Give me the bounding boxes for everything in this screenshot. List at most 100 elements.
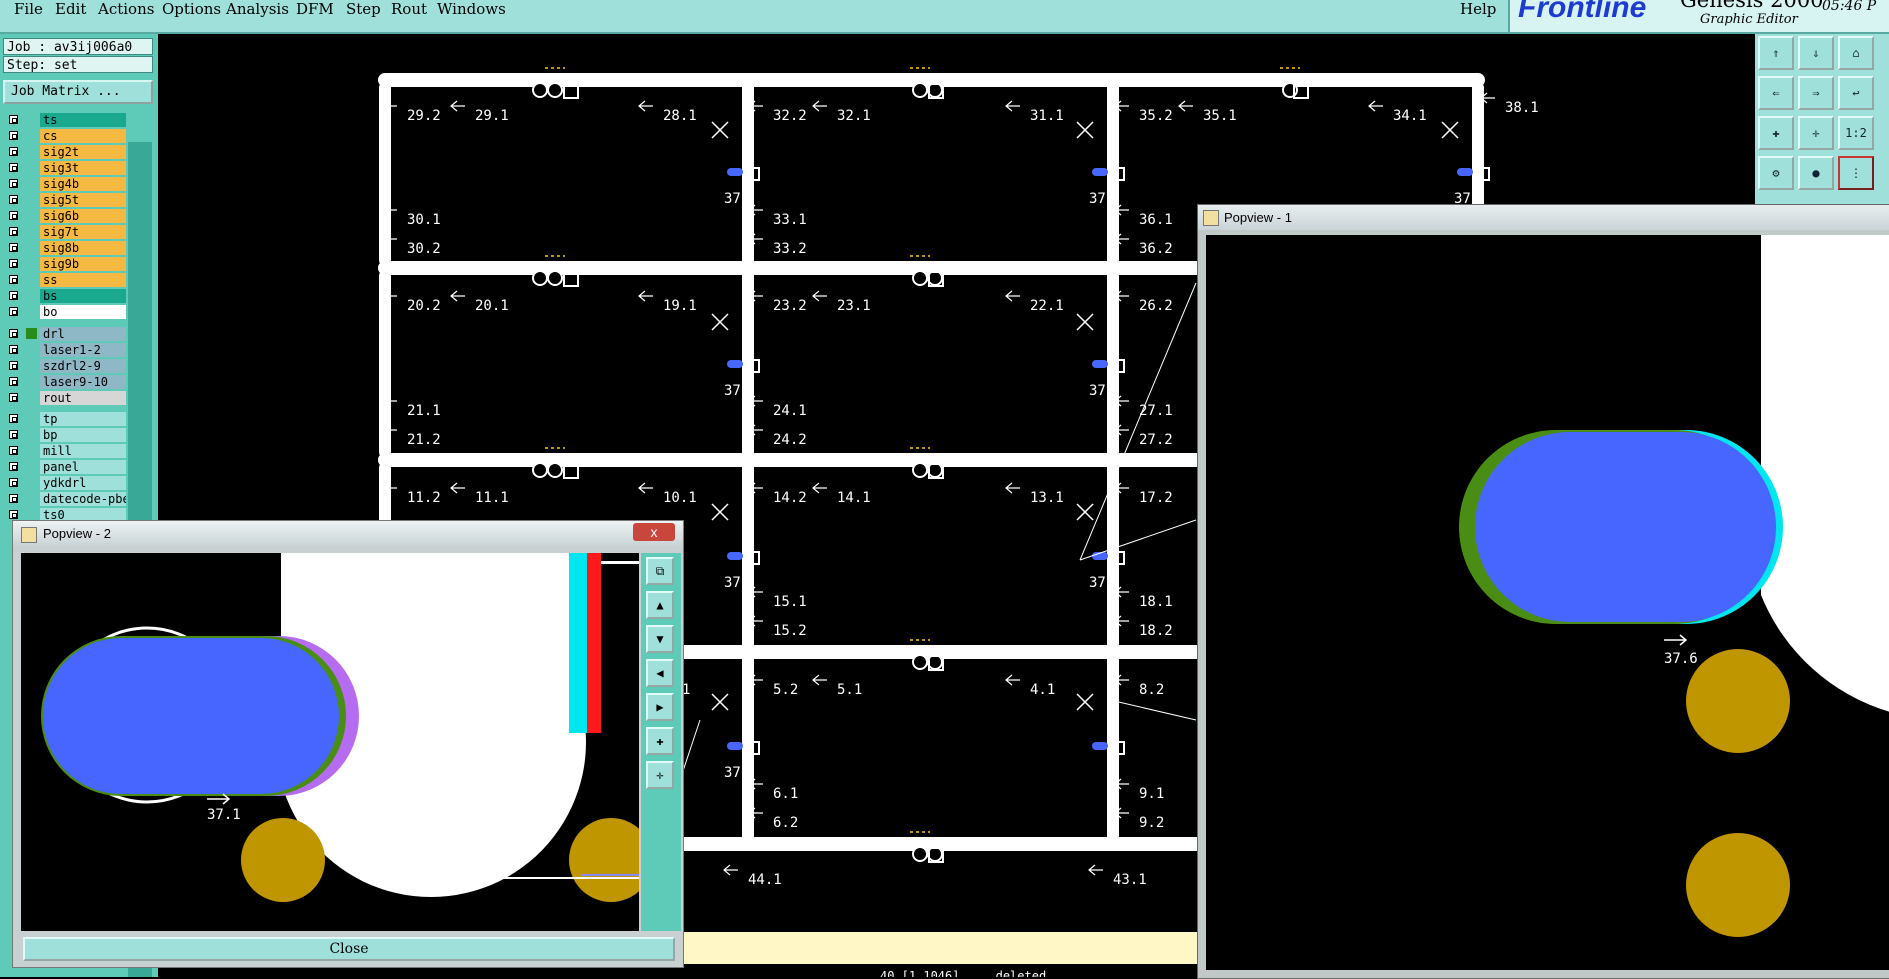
net-label: 18.2 xyxy=(1139,623,1173,639)
tool-pin-icon[interactable]: ● xyxy=(1798,156,1834,190)
net-label: 38.1 xyxy=(1505,100,1539,116)
arrow-icon xyxy=(812,674,827,686)
net-label: 15.2 xyxy=(773,623,807,639)
net-label: 29.1 xyxy=(475,108,509,124)
popview-2-view[interactable]: 37.1 xyxy=(21,553,639,931)
net-label: 35.1 xyxy=(1203,108,1237,124)
arrow-icon xyxy=(812,100,827,112)
net-label: 18.1 xyxy=(1139,594,1173,610)
arrow-icon xyxy=(1005,674,1020,686)
close-icon[interactable]: x xyxy=(633,523,675,541)
net-label: 32.1 xyxy=(837,108,871,124)
net-label: 29.2 xyxy=(407,108,441,124)
popview-1-view[interactable]: 37.6 xyxy=(1206,235,1889,970)
net-label: 21.1 xyxy=(407,403,441,419)
net-label: 33.1 xyxy=(773,212,807,228)
net-label: 23.2 xyxy=(773,298,807,314)
net-label: 22.1 xyxy=(1030,298,1064,314)
status-bar xyxy=(682,932,1197,964)
popview-2-pad-label: 37.1 xyxy=(207,807,241,823)
close-button[interactable]: Close xyxy=(23,937,675,961)
net-label: 37. xyxy=(1089,575,1114,591)
arrow-icon xyxy=(1088,864,1103,876)
net-label: 17.2 xyxy=(1139,490,1173,506)
net-label: 27.1 xyxy=(1139,403,1173,419)
net-label: 9.1 xyxy=(1139,786,1164,802)
net-label: 30.1 xyxy=(407,212,441,228)
tool-panel: ⇑ ⇓ ⌂ ⇐ ⇒ ↩ ✚ ✛ 1:2 ⚙ ● ⋮ xyxy=(1755,34,1889,204)
net-label: 5.2 xyxy=(773,682,798,698)
arrow-icon xyxy=(450,100,465,112)
net-label: 23.1 xyxy=(837,298,871,314)
net-label: 6.2 xyxy=(773,815,798,831)
net-label: 44.1 xyxy=(748,872,782,888)
arrow-icon xyxy=(1005,482,1020,494)
tool-scale-icon[interactable]: 1:2 xyxy=(1838,116,1874,150)
zoom-fit-icon[interactable]: ✛ xyxy=(646,761,674,789)
pan-up-icon[interactable]: ▲ xyxy=(646,591,674,619)
net-label: 32.2 xyxy=(773,108,807,124)
tool-down-icon[interactable]: ⇓ xyxy=(1798,36,1834,70)
tool-zoom-in-icon[interactable]: ✚ xyxy=(1758,116,1794,150)
arrow-icon xyxy=(812,482,827,494)
net-label: 19.1 xyxy=(663,298,697,314)
net-label: 20.1 xyxy=(475,298,509,314)
tool-net-icon[interactable]: ⋮ xyxy=(1838,156,1874,190)
tool-up-icon[interactable]: ⇑ xyxy=(1758,36,1794,70)
popview-2-toolbar: ⧉ ▲ ▼ ◀ ▶ ✚ ✛ xyxy=(641,553,681,931)
arrow-icon xyxy=(450,290,465,302)
popview-1-window: Popview - 1 37.6 xyxy=(1197,204,1889,979)
pan-left-icon[interactable]: ◀ xyxy=(646,659,674,687)
arrow-icon xyxy=(1368,100,1383,112)
tool-right-icon[interactable]: ⇒ xyxy=(1798,76,1834,110)
net-label: 10.1 xyxy=(663,490,697,506)
net-label: 30.2 xyxy=(407,241,441,257)
net-label: 20.2 xyxy=(407,298,441,314)
net-label: 36.2 xyxy=(1139,241,1173,257)
arrow-icon xyxy=(450,482,465,494)
net-label: 4.1 xyxy=(1030,682,1055,698)
net-label: 13.1 xyxy=(1030,490,1064,506)
net-label: 34.1 xyxy=(1393,108,1427,124)
popview-1-pad-label: 37.6 xyxy=(1664,651,1698,667)
arrow-icon xyxy=(638,100,653,112)
net-label: 15.1 xyxy=(773,594,807,610)
popview-1-title[interactable]: Popview - 1 xyxy=(1198,205,1889,230)
arrow-icon xyxy=(723,864,738,876)
arrow-icon xyxy=(1178,100,1193,112)
net-label: 37. xyxy=(1089,191,1114,207)
tool-back-icon[interactable]: ↩ xyxy=(1838,76,1874,110)
arrow-icon xyxy=(1005,100,1020,112)
net-label: 6.1 xyxy=(773,786,798,802)
zoom-in-icon[interactable]: ✚ xyxy=(646,727,674,755)
net-label: 26.2 xyxy=(1139,298,1173,314)
net-label: 11.1 xyxy=(475,490,509,506)
tool-zoom-fit-icon[interactable]: ✛ xyxy=(1798,116,1834,150)
net-label: 27.2 xyxy=(1139,432,1173,448)
net-label: 5.1 xyxy=(837,682,862,698)
pan-down-icon[interactable]: ▼ xyxy=(646,625,674,653)
net-label: 31.1 xyxy=(1030,108,1064,124)
net-label: 28.1 xyxy=(663,108,697,124)
net-label: 14.1 xyxy=(837,490,871,506)
zoom-window-icon[interactable]: ⧉ xyxy=(646,557,674,585)
pan-right-icon[interactable]: ▶ xyxy=(646,693,674,721)
tool-home-icon[interactable]: ⌂ xyxy=(1838,36,1874,70)
tool-left-icon[interactable]: ⇐ xyxy=(1758,76,1794,110)
popview-2-window: Popview - 2 x 37.1 ⧉ ▲ ▼ ◀ ▶ ✚ ✛ Close xyxy=(12,520,684,968)
arrow-icon xyxy=(812,290,827,302)
net-label: 37. xyxy=(724,575,749,591)
net-label: 36.1 xyxy=(1139,212,1173,228)
net-label: 9.2 xyxy=(1139,815,1164,831)
window-icon xyxy=(1203,210,1219,226)
net-label: 35.2 xyxy=(1139,108,1173,124)
net-label: 37. xyxy=(724,765,749,781)
net-label: 24.1 xyxy=(773,403,807,419)
net-label: 37. xyxy=(1089,383,1114,399)
popview-2-title[interactable]: Popview - 2 xyxy=(13,521,683,546)
arrow-icon xyxy=(638,290,653,302)
net-label: 37. xyxy=(724,191,749,207)
tool-settings-icon[interactable]: ⚙ xyxy=(1758,156,1794,190)
net-label: 14.2 xyxy=(773,490,807,506)
window-icon xyxy=(21,527,37,543)
